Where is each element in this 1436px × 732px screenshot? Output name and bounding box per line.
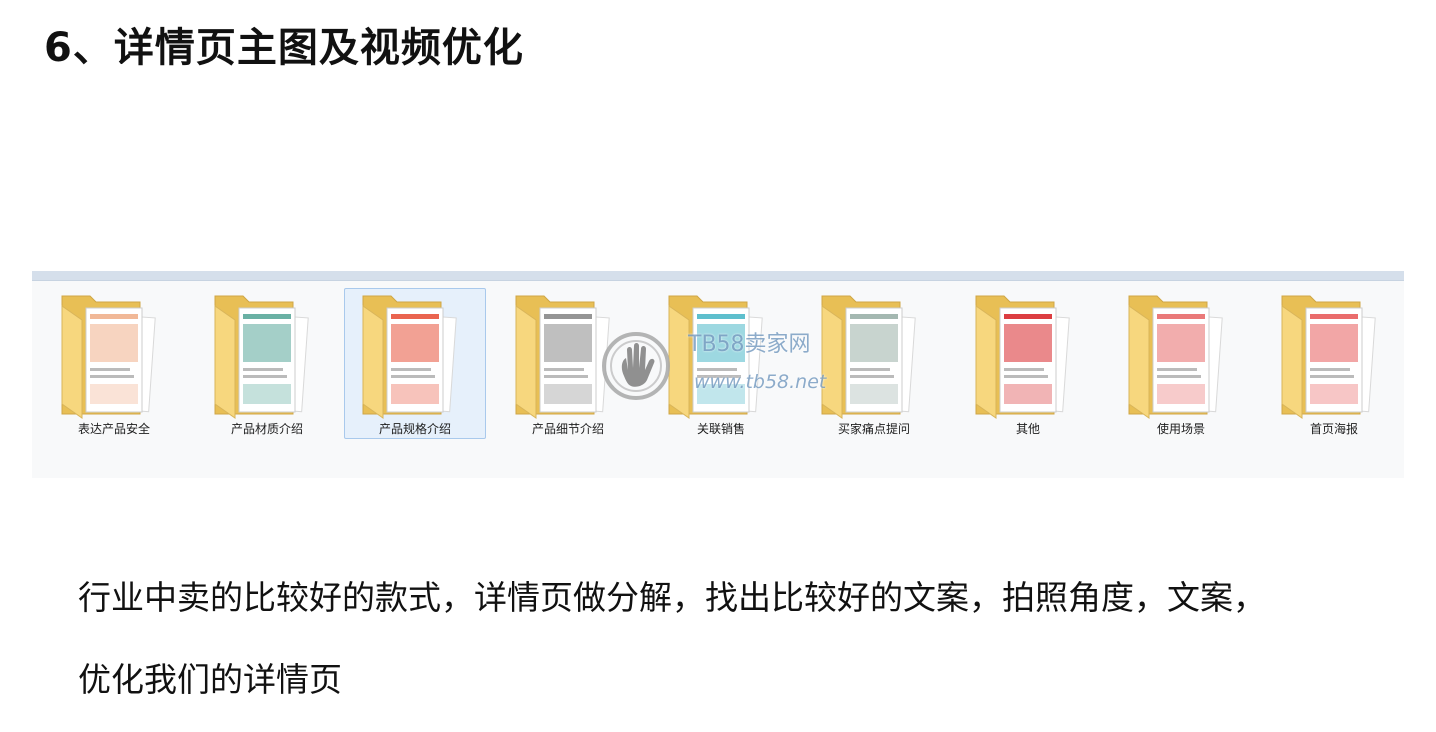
folder-item[interactable]: 产品材质介绍 — [196, 288, 338, 439]
folder-label: 首页海报 — [1309, 422, 1358, 436]
folder-item[interactable]: 其他 — [957, 288, 1099, 439]
folder-label: 买家痛点提问 — [837, 422, 910, 436]
folder-icon — [975, 295, 1070, 419]
watermark-name: TB58卖家网 — [688, 332, 811, 357]
watermark: TB58卖家网 www.tb58.net — [600, 330, 840, 402]
folder-label: 产品材质介绍 — [230, 422, 303, 436]
folder-item[interactable]: 首页海报 — [1263, 288, 1405, 439]
folder-icon — [1281, 295, 1376, 419]
folder-label: 表达产品安全 — [77, 422, 150, 436]
folder-label: 其他 — [1015, 422, 1040, 436]
folder-item[interactable]: 表达产品安全 — [43, 288, 185, 439]
folder-item[interactable]: 使用场景 — [1110, 288, 1252, 439]
watermark-url: www.tb58.net — [694, 371, 827, 393]
folder-item[interactable]: 产品规格介绍 — [344, 288, 486, 439]
folder-label: 产品规格介绍 — [378, 422, 451, 436]
folder-icon — [362, 295, 457, 419]
body-text-line: 优化我们的详情页 — [78, 660, 342, 699]
slide-title: 6、详情页主图及视频优化 — [44, 25, 524, 71]
folder-icon — [61, 295, 156, 419]
hand-logo-icon — [602, 332, 670, 400]
body-text-line: 行业中卖的比较好的款式，详情页做分解，找出比较好的文案，拍照角度，文案， — [78, 578, 1266, 617]
folder-icon — [1128, 295, 1223, 419]
folder-label: 使用场景 — [1156, 422, 1205, 436]
folder-icon — [214, 295, 309, 419]
folder-label: 关联销售 — [696, 422, 745, 436]
folder-label: 产品细节介绍 — [531, 422, 604, 436]
explorer-toolbar — [32, 271, 1404, 281]
